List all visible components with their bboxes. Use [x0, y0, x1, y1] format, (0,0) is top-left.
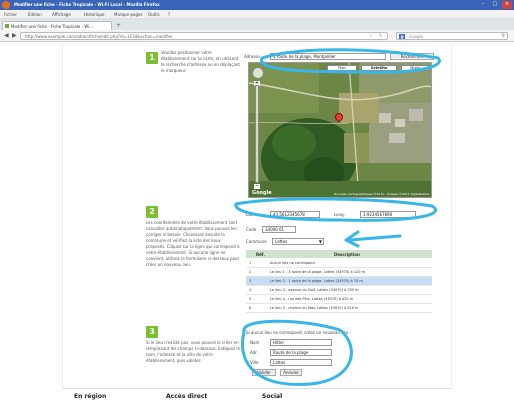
url-text: http://www.example.com/admin/fiche/edit.… [25, 34, 173, 39]
menu-view[interactable]: Affichage [52, 12, 71, 17]
zoom-slider[interactable] [255, 85, 259, 183]
column-header-description: Description [334, 252, 360, 257]
row-ref: 3 [249, 279, 252, 283]
step-2-text: Les coordonnées de votre établissement s… [146, 220, 240, 267]
row-ref: 4 [249, 288, 252, 292]
minimize-icon[interactable]: – [478, 1, 488, 9]
row-description: Le lieu 3 - avenue du Golf, Lattes (3497… [270, 288, 359, 292]
table-row-selected[interactable]: 3 Le lieu 2 - 1 route de la plage, Lattes… [246, 277, 432, 286]
google-search-icon: g [399, 34, 405, 39]
footer-link-direct-access[interactable]: Accès direct [166, 393, 207, 400]
map-type-mixed[interactable]: Mixte [401, 65, 429, 71]
row-description: Aucun lieu ne correspond [270, 261, 315, 265]
tab-active[interactable]: Modifier une fiche - Fiche Tropicale - W… [2, 21, 112, 30]
window-title: Modifier une fiche - Fiche Tropicale - W… [14, 2, 160, 7]
firefox-icon [2, 1, 10, 9]
favicon-icon [5, 24, 9, 28]
code-input[interactable]: 34000 01 [262, 226, 296, 233]
back-icon[interactable]: ◀ [4, 32, 9, 39]
table-row[interactable]: 5 Le lieu 4 - rue des Pins, Lattes (34970… [246, 295, 432, 304]
new-tab-icon[interactable]: + [116, 22, 121, 29]
reload-icon[interactable]: ↻ [379, 33, 383, 39]
row-description: Le lieu 2 - 1 route de la plage, Lattes … [270, 279, 363, 283]
longitude-label: Long. [334, 212, 345, 217]
tab-title: Modifier une fiche - Fiche Tropicale - W… [11, 24, 94, 29]
address-search-row: Adresse 1 route de la plage, Montpellier… [244, 53, 438, 61]
search-engine-label: Google [409, 34, 424, 39]
map-type-satellite[interactable]: Satellite [361, 65, 397, 71]
latitude-label: Lat. [246, 212, 254, 217]
address-input[interactable]: 1 route de la plage, Montpellier [270, 53, 386, 60]
menu-bar: Fichier Édition Affichage Historique Mar… [0, 10, 514, 19]
satellite-map[interactable]: Plan Satellite Mixte + − Google Données … [248, 62, 432, 198]
latitude-input[interactable]: 43.5612345678 [270, 211, 320, 218]
search-icon[interactable]: ⚲ [501, 33, 505, 39]
footer-link-social[interactable]: Social [262, 393, 282, 400]
map-type-plan[interactable]: Plan [327, 65, 357, 71]
step-1-badge: 1 [146, 52, 158, 64]
zoom-out-icon[interactable]: − [254, 184, 260, 189]
search-bar[interactable]: g Google ⚲ [396, 32, 508, 40]
address-label: Adresse [244, 54, 260, 59]
column-header-ref: Réf. [256, 252, 265, 257]
navigation-bar: ◀ ▶ http://www.example.com/admin/fiche/e… [0, 30, 514, 42]
step-1-text: Veuillez positionner votre établissement… [161, 50, 240, 73]
form-intro: Si aucun lieu ne correspond, créez un no… [246, 330, 351, 335]
menu-file[interactable]: Fichier [4, 12, 17, 17]
menu-bookmarks[interactable]: Marque-pages [114, 12, 143, 17]
find-address-button[interactable]: Rechercher [390, 53, 434, 60]
city-label: Ville [250, 360, 259, 365]
menu-help[interactable]: ? [168, 12, 170, 17]
address-field-input[interactable]: Route de la plage [270, 349, 332, 356]
row-description: Le lieu 5 - chemin du Mas, Lattes (34970… [270, 306, 359, 310]
row-ref: 5 [249, 297, 252, 301]
close-icon[interactable]: × [502, 1, 512, 9]
menu-history[interactable]: Historique [84, 12, 105, 17]
menu-edit[interactable]: Édition [28, 12, 42, 17]
step-2-badge: 2 [146, 206, 158, 218]
code-label: Code [246, 227, 257, 232]
url-bar[interactable]: http://www.example.com/admin/fiche/edit.… [20, 32, 388, 40]
chevron-down-icon: ▼ [318, 239, 322, 244]
city-input[interactable]: Lattes [270, 359, 332, 366]
row-ref: 6 [249, 306, 252, 310]
maximize-icon[interactable]: □ [490, 1, 500, 9]
table-row[interactable]: 2 Le lieu 1 - 3 route de la plage, Lattes… [246, 268, 432, 277]
tab-bar: Modifier une fiche - Fiche Tropicale - W… [0, 19, 514, 30]
commune-label: Commune [246, 239, 267, 244]
commune-select[interactable]: Lattes ▼ [272, 238, 324, 245]
step-3-badge: 3 [146, 326, 158, 338]
pan-control-icon[interactable] [252, 67, 264, 79]
footer-link-region[interactable]: En région [74, 393, 106, 400]
row-ref: 1 [249, 261, 252, 265]
table-row[interactable]: 1 Aucun lieu ne correspond [246, 259, 432, 268]
row-description: Le lieu 4 - rue des Pins, Lattes (34970)… [270, 297, 354, 301]
commune-value: Lattes [275, 239, 288, 244]
table-header: Réf. Description [246, 250, 432, 258]
map-imagery [249, 63, 431, 197]
forward-icon[interactable]: ▶ [12, 32, 17, 39]
row-ref: 2 [249, 270, 252, 274]
site-footer: En région Accès direct Social [62, 388, 452, 402]
longitude-input[interactable]: 3.9234567890 [360, 211, 416, 218]
submit-button[interactable]: Valider [252, 369, 276, 376]
google-logo: Google [252, 190, 272, 196]
window-titlebar: Modifier une fiche - Fiche Tropicale - W… [0, 0, 514, 10]
address-field-label: Adr. [250, 350, 258, 355]
map-copyright: Données cartographiques ©2011 - Images ©… [333, 192, 429, 196]
bookmark-star-icon[interactable]: ☆ [369, 33, 373, 39]
table-row[interactable]: 4 Le lieu 3 - avenue du Golf, Lattes (349… [246, 286, 432, 295]
row-description: Le lieu 1 - 3 route de la plage, Lattes … [270, 270, 366, 274]
menu-tools[interactable]: Outils [148, 12, 160, 17]
name-label: Nom [250, 340, 260, 345]
name-input[interactable]: Hôtel [270, 339, 332, 346]
cancel-button[interactable]: Annuler [280, 369, 302, 376]
table-row[interactable]: 6 Le lieu 5 - chemin du Mas, Lattes (3497… [246, 304, 432, 313]
step-3-text: Si le lieu n'existe pas, vous pouvez le … [146, 340, 240, 363]
